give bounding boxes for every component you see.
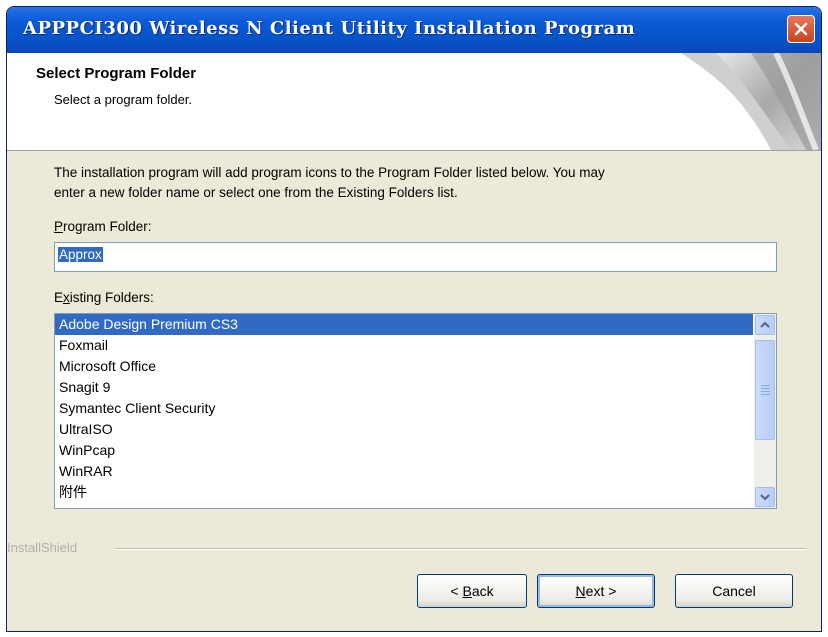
vertical-scrollbar[interactable]	[754, 314, 776, 508]
list-item[interactable]: Foxmail	[55, 335, 753, 356]
installer-window: APPPCI300 Wireless N Client Utility Inst…	[6, 6, 822, 632]
scroll-up-icon	[760, 321, 770, 328]
intro-text: The installation program will add progra…	[54, 163, 774, 203]
cancel-button[interactable]: Cancel	[675, 574, 793, 608]
page-curl-icon	[681, 53, 821, 150]
folder-items: Adobe Design Premium CS3 Foxmail Microso…	[55, 314, 753, 503]
next-button[interactable]: Next >	[537, 574, 655, 608]
list-item[interactable]: Snagit 9	[55, 377, 753, 398]
installshield-brand: InstallShield	[7, 540, 78, 555]
page-title: Select Program Folder	[36, 65, 197, 82]
list-item[interactable]: WinPcap	[55, 440, 753, 461]
scroll-up-button[interactable]	[755, 315, 775, 335]
program-folder-input[interactable]: Approx	[54, 242, 777, 272]
close-icon	[794, 22, 808, 36]
list-item[interactable]: Symantec Client Security	[55, 398, 753, 419]
scroll-down-icon	[760, 494, 770, 501]
intro-line-2: enter a new folder name or select one fr…	[54, 185, 458, 200]
scroll-thumb[interactable]	[755, 340, 775, 440]
window-title: APPPCI300 Wireless N Client Utility Inst…	[23, 18, 636, 39]
close-button[interactable]	[787, 15, 815, 43]
intro-line-1: The installation program will add progra…	[54, 165, 605, 180]
existing-folders-label: Existing Folders:	[54, 290, 154, 305]
list-item[interactable]: WinRAR	[55, 461, 753, 482]
list-item[interactable]: 附件	[55, 482, 753, 503]
footer-divider	[115, 548, 807, 550]
back-button[interactable]: < Back	[417, 574, 527, 608]
page-subtitle: Select a program folder.	[54, 92, 193, 107]
program-folder-value: Approx	[58, 247, 103, 262]
list-item[interactable]: Adobe Design Premium CS3	[55, 314, 753, 335]
existing-folders-list[interactable]: Adobe Design Premium CS3 Foxmail Microso…	[54, 313, 777, 509]
scroll-down-button[interactable]	[755, 487, 775, 507]
list-item[interactable]: UltraISO	[55, 419, 753, 440]
title-bar: APPPCI300 Wireless N Client Utility Inst…	[7, 7, 821, 53]
program-folder-label: Program Folder:	[54, 219, 152, 234]
dialog-header: Select Program Folder Select a program f…	[7, 53, 821, 151]
list-item[interactable]: Microsoft Office	[55, 356, 753, 377]
